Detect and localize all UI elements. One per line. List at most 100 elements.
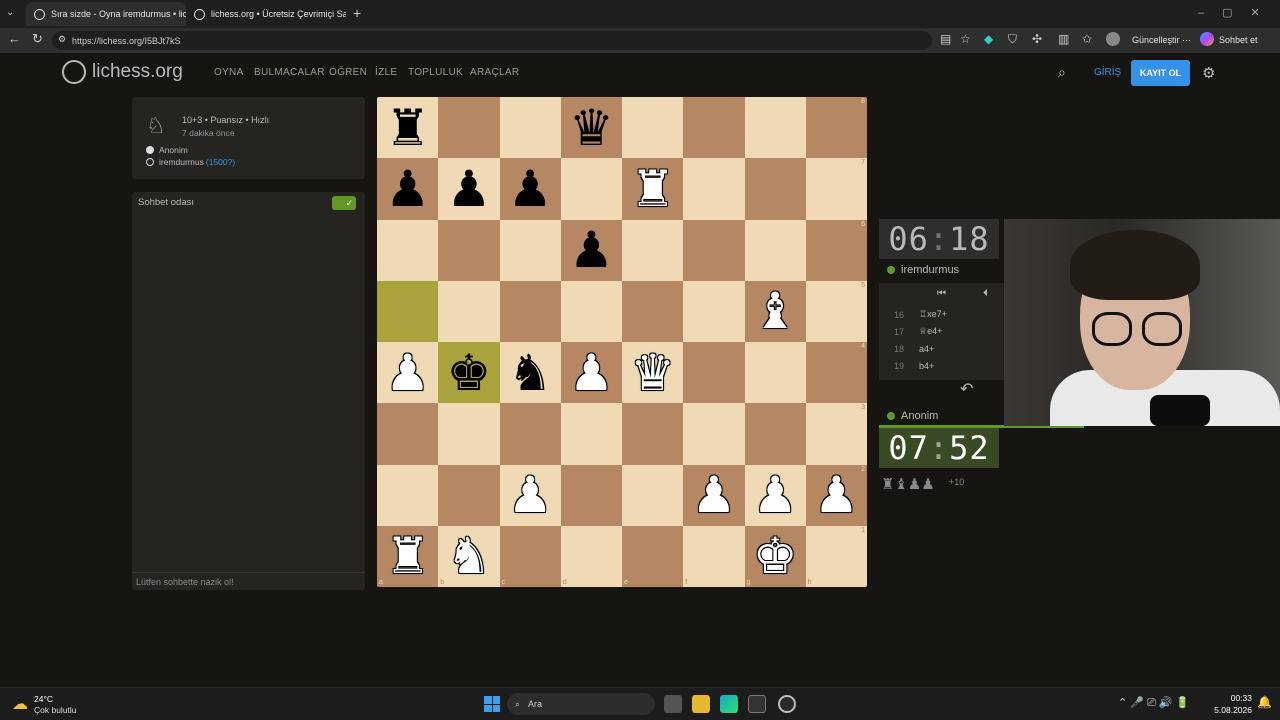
square-a3[interactable] [377,403,439,465]
square-c6[interactable] [499,219,561,281]
square-f7[interactable] [683,158,745,220]
move-row[interactable]: 18 a4+ [879,341,1004,358]
white-king-icon[interactable]: ♚ [753,531,798,581]
bottom-player[interactable]: Anonim [887,410,938,422]
square-c1[interactable]: c [499,525,561,587]
profile-avatar[interactable] [1106,32,1120,46]
black-pawn-icon[interactable]: ♟ [385,164,430,214]
obs-icon[interactable] [778,695,796,713]
cloud-weather-icon[interactable]: ☁ [12,694,28,714]
square-h4[interactable]: 4 [805,342,867,404]
white-pawn-icon[interactable]: ♟ [385,348,430,398]
square-e6[interactable] [622,219,684,281]
square-a8[interactable]: ♜ [377,97,439,159]
square-g2[interactable]: ♟ [744,464,806,526]
black-rook-icon[interactable]: ♜ [385,103,430,153]
site-info-icon[interactable]: ⚙ [58,34,66,45]
square-a1[interactable]: a ♜ [377,525,439,587]
square-c5[interactable] [499,280,561,342]
white-rook-icon[interactable]: ♜ [630,164,675,214]
square-d4[interactable]: ♟ [560,342,622,404]
black-knight-icon[interactable]: ♞ [508,348,553,398]
square-h8[interactable]: 8 [805,97,867,159]
square-d5[interactable] [560,280,622,342]
square-g7[interactable] [744,158,806,220]
clock-time[interactable]: 00:33 [1222,693,1252,703]
square-h7[interactable]: 7 [805,158,867,220]
square-d3[interactable] [560,403,622,465]
nav-tools[interactable]: ARAÇLAR [470,67,519,78]
square-e1[interactable]: e [622,525,684,587]
square-b8[interactable] [438,97,500,159]
square-d8[interactable]: ♛ [560,97,622,159]
white-pawn-icon[interactable]: ♟ [753,470,798,520]
square-a7[interactable]: ♟ [377,158,439,220]
square-b5[interactable] [438,280,500,342]
square-a6[interactable] [377,219,439,281]
square-e5[interactable] [622,280,684,342]
square-f6[interactable] [683,219,745,281]
favorite-star-icon[interactable]: ☆ [960,32,971,46]
taskbar-search[interactable]: ⌕ Ara [507,693,655,715]
move-row[interactable]: 17 ♕e4+ [879,323,1004,340]
square-b7[interactable]: ♟ [438,158,500,220]
white-pawn-icon[interactable]: ♟ [569,348,614,398]
square-b2[interactable] [438,464,500,526]
back-icon[interactable]: ← [8,31,21,46]
edge-icon[interactable] [720,695,738,713]
signup-button[interactable]: KAYIT OL [1131,60,1190,86]
move-san[interactable]: ♖xe7+ [919,309,947,320]
move-san[interactable]: a4+ [919,344,934,354]
weather-temp[interactable]: 24°C [34,694,53,704]
task-view-icon[interactable] [664,695,682,713]
nav-community[interactable]: TOPLULUK [408,67,463,78]
square-f2[interactable]: ♟ [683,464,745,526]
white-bishop-icon[interactable]: ♝ [753,286,798,336]
square-g1[interactable]: g ♚ [744,525,806,587]
square-g3[interactable] [744,403,806,465]
square-a5[interactable] [377,280,439,342]
move-row[interactable]: 19 b4+ [879,358,1004,375]
read-mode-icon[interactable]: ▤ [940,32,951,46]
first-move-icon[interactable]: ⏮ [937,288,946,299]
windows-start-icon[interactable] [484,696,500,712]
square-c8[interactable] [499,97,561,159]
window-controls[interactable]: –▢✕ [1198,6,1278,19]
square-a4[interactable]: ♟ [377,342,439,404]
square-f1[interactable]: f [683,525,745,587]
puzzle-icon[interactable]: ✣ [1032,32,1042,46]
square-c4[interactable]: ♞ [499,342,561,404]
move-san[interactable]: b4+ [919,361,934,371]
nav-watch[interactable]: İZLE [375,67,397,78]
split-screen-icon[interactable]: ▥ [1058,32,1069,46]
square-d1[interactable]: d [560,525,622,587]
collections-icon[interactable]: ✩ [1082,32,1092,46]
chat-input[interactable]: Lütfen sohbette nazik ol! [132,572,365,590]
white-knight-icon[interactable]: ♞ [446,531,491,581]
square-c2[interactable]: ♟ [499,464,561,526]
black-pawn-icon[interactable]: ♟ [508,164,553,214]
square-b6[interactable] [438,219,500,281]
white-rook-icon[interactable]: ♜ [385,531,430,581]
top-player[interactable]: iremdurmus [887,264,959,276]
square-b3[interactable] [438,403,500,465]
move-san[interactable]: ♕e4+ [919,326,942,337]
square-a2[interactable] [377,464,439,526]
square-b1[interactable]: b ♞ [438,525,500,587]
white-pawn-icon[interactable]: ♟ [691,470,736,520]
file-explorer-icon[interactable] [692,695,710,713]
update-button[interactable]: Güncelleştir ⋯ [1132,35,1191,46]
notification-bell-icon[interactable]: 🔔 [1257,695,1272,709]
black-pawn-icon[interactable]: ♟ [446,164,491,214]
square-e8[interactable] [622,97,684,159]
nav-puzzles[interactable]: BULMACALAR [254,67,325,78]
black-pawn-icon[interactable]: ♟ [569,225,614,275]
square-e4[interactable]: ♛ [622,342,684,404]
prev-move-icon[interactable]: ⏴ [983,288,988,299]
square-g5[interactable]: ♝ [744,280,806,342]
top-player-name[interactable]: iremdurmus [901,264,959,276]
extension-icon[interactable]: ◆ [984,32,993,46]
clock-date[interactable]: 5.08.2026 [1214,705,1252,715]
square-h6[interactable]: 6 [805,219,867,281]
square-g8[interactable] [744,97,806,159]
